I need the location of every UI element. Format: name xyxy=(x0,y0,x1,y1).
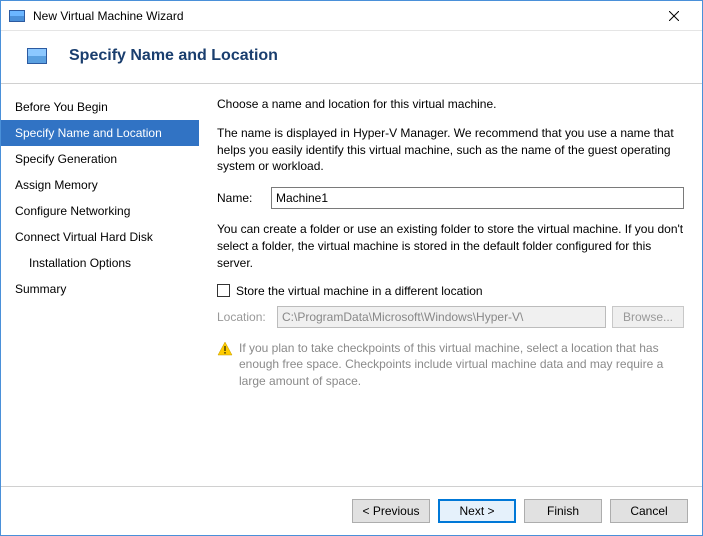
browse-button: Browse... xyxy=(612,306,684,328)
content-pane: Choose a name and location for this virt… xyxy=(199,84,702,486)
step-connect-vhd[interactable]: Connect Virtual Hard Disk xyxy=(1,224,199,250)
warning-text: If you plan to take checkpoints of this … xyxy=(239,340,684,390)
footer: < Previous Next > Finish Cancel xyxy=(1,486,702,535)
titlebar: New Virtual Machine Wizard xyxy=(1,1,702,31)
app-icon xyxy=(9,10,25,22)
warning-icon xyxy=(217,341,233,357)
name-input[interactable] xyxy=(271,187,684,209)
step-specify-name-location[interactable]: Specify Name and Location xyxy=(1,120,199,146)
step-installation-options[interactable]: Installation Options xyxy=(1,250,199,276)
close-button[interactable] xyxy=(654,2,694,30)
step-specify-generation[interactable]: Specify Generation xyxy=(1,146,199,172)
wizard-icon xyxy=(27,48,47,64)
wizard-window: New Virtual Machine Wizard Specify Name … xyxy=(0,0,703,536)
page-header: Specify Name and Location xyxy=(1,31,702,84)
page-title: Specify Name and Location xyxy=(69,47,278,65)
next-button[interactable]: Next > xyxy=(438,499,516,523)
intro-text: Choose a name and location for this virt… xyxy=(217,96,684,113)
close-icon xyxy=(669,11,679,21)
step-assign-memory[interactable]: Assign Memory xyxy=(1,172,199,198)
step-summary[interactable]: Summary xyxy=(1,276,199,302)
folder-help-text: You can create a folder or use an existi… xyxy=(217,221,684,271)
location-row: Location: Browse... xyxy=(217,306,684,328)
warning-row: If you plan to take checkpoints of this … xyxy=(217,340,684,390)
store-location-row: Store the virtual machine in a different… xyxy=(217,284,684,298)
step-before-you-begin[interactable]: Before You Begin xyxy=(1,94,199,120)
location-label: Location: xyxy=(217,310,271,324)
cancel-button[interactable]: Cancel xyxy=(610,499,688,523)
store-location-checkbox[interactable] xyxy=(217,284,230,297)
name-row: Name: xyxy=(217,187,684,209)
wizard-body: Before You Begin Specify Name and Locati… xyxy=(1,84,702,486)
location-input xyxy=(277,306,606,328)
finish-button[interactable]: Finish xyxy=(524,499,602,523)
previous-button[interactable]: < Previous xyxy=(352,499,430,523)
name-label: Name: xyxy=(217,191,271,205)
store-location-label: Store the virtual machine in a different… xyxy=(236,284,483,298)
wizard-steps: Before You Begin Specify Name and Locati… xyxy=(1,84,199,486)
window-title: New Virtual Machine Wizard xyxy=(33,9,654,23)
step-configure-networking[interactable]: Configure Networking xyxy=(1,198,199,224)
name-help-text: The name is displayed in Hyper-V Manager… xyxy=(217,125,684,175)
